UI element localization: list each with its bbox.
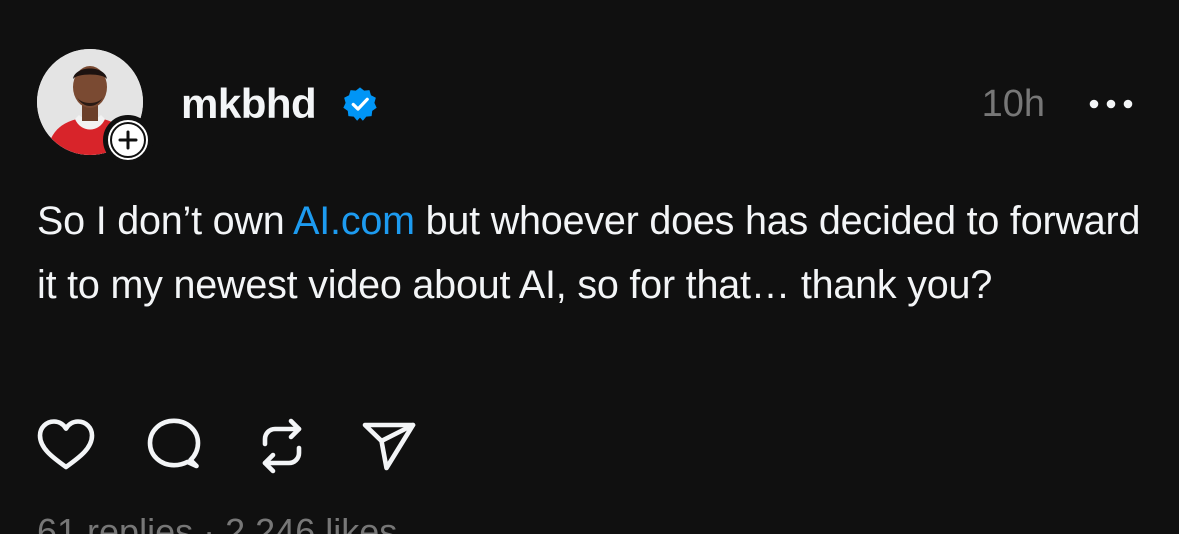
comment-icon[interactable] <box>145 418 203 474</box>
more-horizontal-icon[interactable] <box>1089 99 1133 109</box>
author-username[interactable]: mkbhd <box>181 80 317 128</box>
repost-icon[interactable] <box>253 418 311 474</box>
send-icon[interactable] <box>361 418 419 474</box>
stats-separator: · <box>203 511 216 534</box>
author-avatar-container[interactable] <box>37 49 153 165</box>
plus-icon <box>118 130 138 150</box>
post-text-start: So I don’t own <box>37 199 294 243</box>
follow-button[interactable] <box>103 115 153 165</box>
likes-count[interactable]: 2,246 likes <box>225 511 397 534</box>
post-stats: 61 replies · 2,246 likes <box>37 510 397 534</box>
replies-count[interactable]: 61 replies <box>37 511 193 534</box>
verified-badge-icon <box>343 87 377 121</box>
heart-icon[interactable] <box>37 418 95 474</box>
thread-post: mkbhd 10h So I don’t own AI.com but whoe… <box>0 0 1179 534</box>
post-timestamp[interactable]: 10h <box>982 81 1045 127</box>
post-text: So I don’t own AI.com but whoever does h… <box>37 190 1147 317</box>
post-link[interactable]: AI.com <box>293 199 415 243</box>
